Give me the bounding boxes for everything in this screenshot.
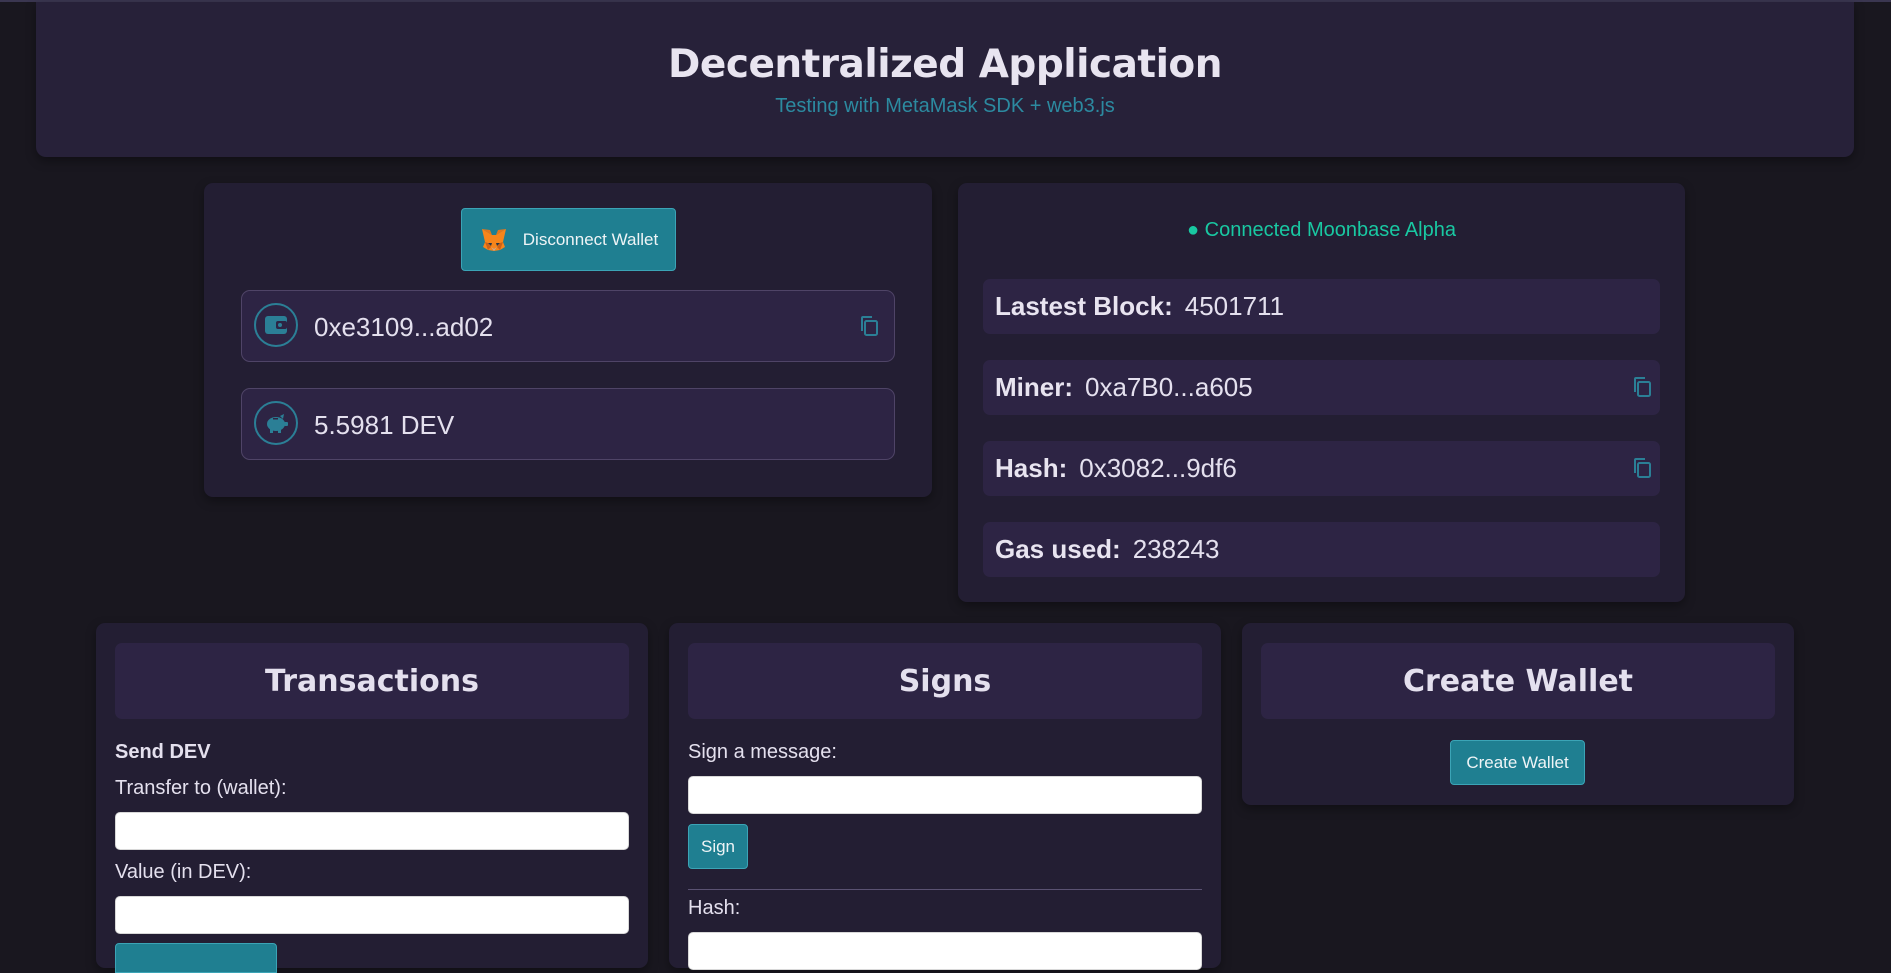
latest-block-value: 4501711 [1184, 291, 1285, 321]
transactions-title: Transactions [115, 643, 629, 719]
hash-output-input[interactable] [688, 932, 1202, 970]
create-wallet-card: Create Wallet Create Wallet [1242, 623, 1794, 805]
hash-label: Hash: [995, 453, 1068, 483]
signs-card: Signs Sign a message: Sign Hash: [669, 623, 1221, 970]
gas-used-value: 238243 [1132, 534, 1220, 564]
copy-icon[interactable] [1631, 457, 1653, 479]
hash-row: Hash: 0x3082...9df6 [983, 441, 1660, 496]
create-wallet-title: Create Wallet [1261, 643, 1775, 719]
send-button[interactable] [115, 943, 277, 973]
wallet-address-row: 0xe3109...ad02 [241, 290, 895, 362]
connection-status: ● Connected Moonbase Alpha [1187, 219, 1456, 241]
gas-used-row: Gas used: 238243 [983, 522, 1660, 577]
hash-value: 0x3082...9df6 [1079, 453, 1237, 483]
create-wallet-button[interactable]: Create Wallet [1450, 740, 1585, 785]
value-input[interactable] [115, 896, 629, 934]
divider [688, 889, 1202, 890]
sign-message-label: Sign a message: [688, 741, 837, 763]
latest-block-row: Lastest Block: 4501711 [983, 279, 1660, 334]
wallet-icon [254, 303, 298, 347]
copy-icon[interactable] [858, 315, 880, 337]
transfer-to-input[interactable] [115, 812, 629, 850]
wallet-balance: 5.5981 DEV [314, 410, 455, 440]
signs-title: Signs [688, 643, 1202, 719]
miner-row: Miner: 0xa7B0...a605 [983, 360, 1660, 415]
metamask-fox-icon [481, 228, 506, 251]
disconnect-wallet-button[interactable]: Disconnect Wallet [461, 208, 676, 271]
wallet-panel: Disconnect Wallet 0xe3109...ad02 5.5981 … [204, 183, 932, 497]
transfer-to-label: Transfer to (wallet): [115, 777, 287, 799]
page-title: Decentralized Application [668, 42, 1223, 87]
value-label: Value (in DEV): [115, 861, 252, 883]
gas-used-label: Gas used: [995, 534, 1121, 564]
latest-block-label: Lastest Block: [995, 291, 1173, 321]
wallet-balance-row: 5.5981 DEV [241, 388, 895, 460]
wallet-address: 0xe3109...ad02 [314, 312, 494, 342]
hash-output-label: Hash: [688, 897, 741, 919]
app-header: Decentralized Application Testing with M… [36, 2, 1854, 157]
transactions-card: Transactions Send DEV Transfer to (walle… [96, 623, 648, 973]
sign-message-input[interactable] [688, 776, 1202, 814]
page-subtitle: Testing with MetaMask SDK + web3.js [775, 95, 1115, 117]
miner-label: Miner: [995, 372, 1073, 402]
copy-icon[interactable] [1631, 376, 1653, 398]
miner-value: 0xa7B0...a605 [1085, 372, 1253, 402]
send-dev-heading: Send DEV [115, 741, 211, 763]
disconnect-wallet-label: Disconnect Wallet [522, 229, 659, 249]
piggy-bank-icon [254, 401, 298, 445]
sign-button[interactable]: Sign [688, 824, 748, 869]
